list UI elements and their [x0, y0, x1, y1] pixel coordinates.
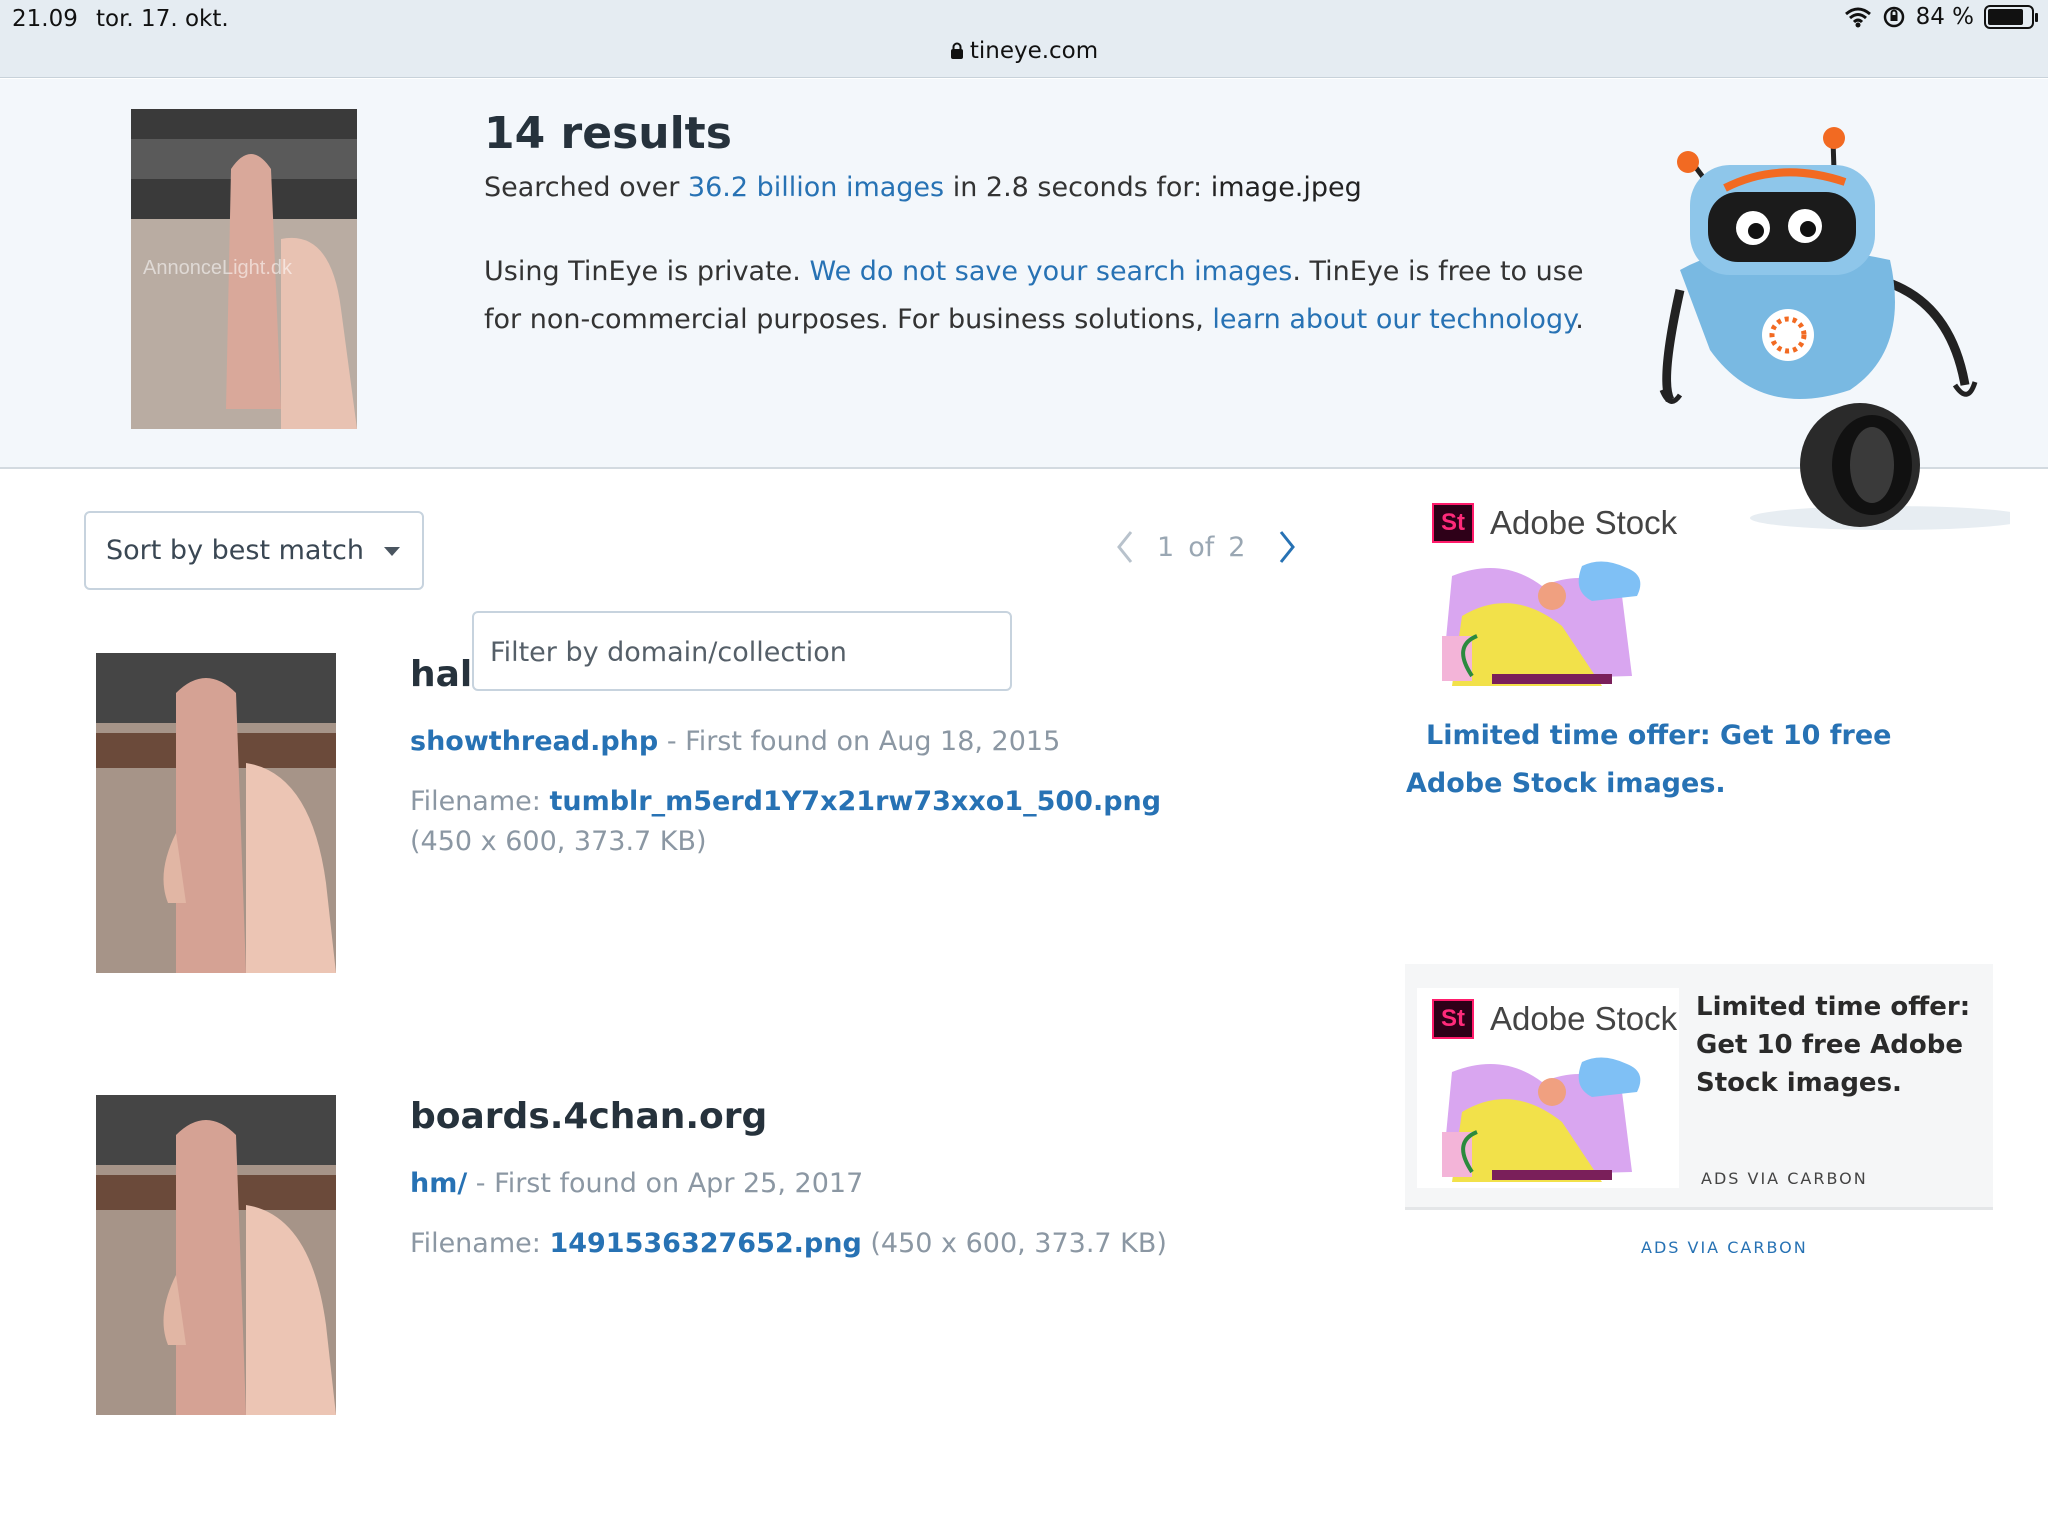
ad-brand-name: Adobe Stock [1490, 1000, 1678, 1037]
result-filename-row: Filename: 1491536327652.png (450 x 600, … [410, 1228, 1167, 1259]
result-first-found: hm/ - First found on Apr 25, 2017 [410, 1168, 863, 1199]
tineye-robot-mascot [1659, 127, 2010, 530]
search-stats-mid: in 2.8 seconds for: [944, 172, 1211, 203]
filename-label: Filename: [410, 786, 550, 817]
privacy-notice: Using TinEye is private. We do not save … [484, 248, 1584, 344]
result-image-meta: (450 x 600, 373.7 KB) [861, 1228, 1167, 1259]
filter-field[interactable] [472, 611, 1012, 691]
sort-select[interactable]: Sort by best match [84, 511, 424, 590]
privacy-prefix: Using TinEye is private. [484, 256, 810, 287]
result-page-link[interactable]: showthread.php [410, 726, 658, 757]
battery-percent: 84 % [1915, 4, 1974, 30]
lock-icon [950, 42, 963, 59]
orientation-lock-icon [1883, 6, 1904, 28]
filter-input[interactable] [490, 637, 990, 668]
browser-status-bar: 21.09 tor. 17. okt. 84 % tineye.com [0, 0, 2048, 78]
result-domain[interactable]: boards.4chan.org [410, 1096, 767, 1137]
ad-brand-name: Adobe Stock [1490, 504, 1678, 541]
search-stats-prefix: Searched over [484, 172, 688, 203]
adobe-stock-logo[interactable]: St Adobe Stock [1432, 503, 1677, 543]
clock: 21.09 [12, 6, 78, 32]
page-total: 2 [1228, 531, 1246, 563]
adobe-stock-icon: St [1432, 999, 1474, 1039]
adobe-stock-logo: St Adobe Stock [1432, 999, 1677, 1039]
chevron-down-icon [384, 547, 400, 556]
battery-icon [1984, 5, 2038, 29]
ads-via-carbon-link[interactable]: ADS VIA CARBON [1641, 1238, 1808, 1257]
result-filename-link[interactable]: tumblr_m5erd1Y7x21rw73xxo1_500.png [549, 786, 1161, 817]
results-count-heading: 14 results [484, 108, 732, 159]
url-text: tineye.com [969, 38, 1099, 64]
address-bar[interactable]: tineye.com [0, 38, 2048, 64]
result-filename-row: Filename: tumblr_m5erd1Y7x21rw73xxo1_500… [410, 786, 1161, 817]
result-image-meta: (450 x 600, 373.7 KB) [410, 826, 707, 857]
ad-illustration [1442, 1057, 1641, 1182]
query-image-thumbnail: AnnonceLight.dk [131, 109, 357, 429]
first-found-date: - First found on Apr 25, 2017 [467, 1168, 864, 1199]
status-icons: 84 % [1844, 4, 2038, 30]
wifi-icon [1844, 7, 1871, 28]
result-thumbnail[interactable] [96, 653, 336, 973]
filename-label: Filename: [410, 1228, 550, 1259]
privacy-link[interactable]: We do not save your search images [809, 256, 1292, 287]
page-of: of [1188, 531, 1215, 563]
next-page-icon[interactable] [1277, 530, 1297, 564]
thumbnail-watermark: AnnonceLight.dk [143, 257, 293, 279]
ad-offer-link[interactable]: Limited time offer: Get 10 free Adobe St… [1406, 712, 1966, 808]
date: tor. 17. okt. [96, 6, 229, 32]
adobe-stock-icon: St [1432, 503, 1474, 543]
carbon-ad-via[interactable]: ADS VIA CARBON [1701, 1169, 1868, 1188]
pagination: 1 of 2 [1115, 530, 1297, 564]
result-filename-link[interactable]: 1491536327652.png [549, 1228, 861, 1259]
page-current: 1 [1157, 531, 1175, 563]
result-thumbnail[interactable] [96, 1095, 336, 1415]
ad-illustration[interactable] [1432, 556, 1652, 691]
sort-select-label: Sort by best match [106, 535, 365, 566]
result-first-found: showthread.php - First found on Aug 18, … [410, 726, 1060, 757]
carbon-ad-text[interactable]: Limited time offer: Get 10 free Adobe St… [1696, 988, 1986, 1102]
billion-images-link[interactable]: 36.2 billion images [688, 172, 944, 203]
first-found-date: - First found on Aug 18, 2015 [658, 726, 1061, 757]
technology-link[interactable]: learn about our technology [1212, 304, 1575, 335]
search-filename: image.jpeg [1210, 172, 1362, 203]
privacy-suffix: . [1575, 304, 1584, 335]
search-stats: Searched over 36.2 billion images in 2.8… [484, 172, 1362, 203]
previous-page-icon[interactable] [1115, 530, 1135, 564]
result-page-link[interactable]: hm/ [410, 1168, 467, 1199]
